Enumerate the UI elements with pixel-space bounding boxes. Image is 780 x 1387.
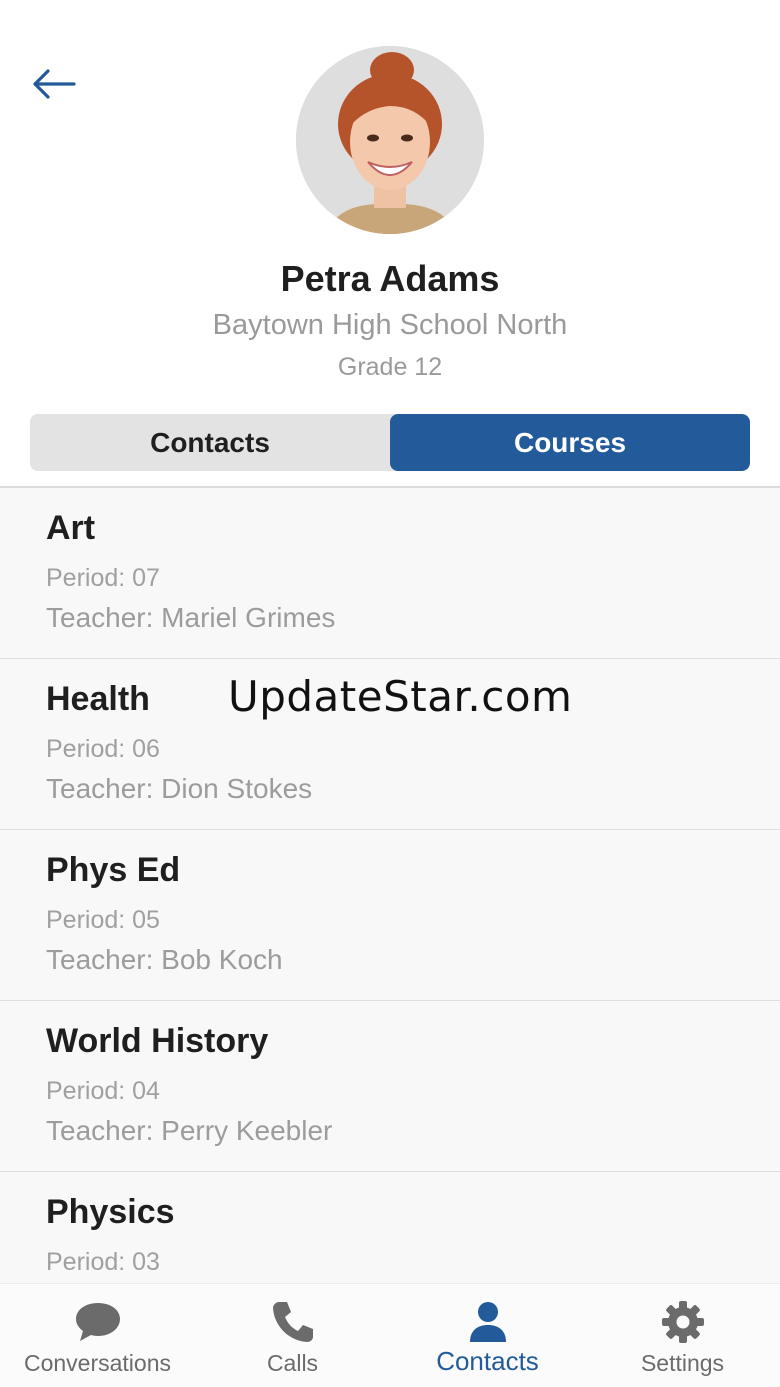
course-period: Period: 05 — [46, 906, 160, 934]
segmented-control: Contacts Courses — [30, 414, 750, 471]
arrow-left-icon — [33, 69, 76, 99]
profile-grade: Grade 12 — [337, 353, 443, 381]
person-icon — [463, 1298, 513, 1346]
avatar — [296, 46, 484, 234]
course-teacher: Teacher: Perry Keebler — [46, 1115, 333, 1146]
course-period: Period: 04 — [46, 1077, 160, 1105]
back-button[interactable] — [28, 62, 78, 106]
course-title: Physics — [46, 1193, 175, 1231]
bottom-nav: Conversations Calls Contacts Settings — [0, 1283, 780, 1387]
profile-school: Baytown High School North — [212, 309, 568, 341]
nav-label: Contacts — [436, 1346, 539, 1376]
list-item[interactable]: Physics Period: 03 — [0, 1172, 780, 1283]
watermark-text: UpdateStar.com — [228, 672, 573, 721]
nav-label: Calls — [266, 1350, 319, 1376]
course-title: World History — [46, 1022, 269, 1060]
profile-name: Petra Adams — [280, 258, 500, 299]
course-teacher: Teacher: Dion Stokes — [46, 773, 313, 804]
nav-label: Settings — [640, 1350, 725, 1376]
nav-item-calls[interactable]: Calls — [195, 1284, 390, 1387]
course-title: Art — [46, 509, 96, 547]
course-teacher: Teacher: Mariel Grimes — [46, 602, 336, 633]
course-title: Phys Ed — [46, 851, 181, 889]
chat-bubble-icon — [73, 1298, 123, 1346]
course-period: Period: 07 — [46, 564, 160, 592]
gear-icon — [658, 1298, 708, 1346]
list-item[interactable]: World History Period: 04 Teacher: Perry … — [0, 1001, 780, 1172]
list-item[interactable]: Art Period: 07 Teacher: Mariel Grimes — [0, 488, 780, 659]
course-period: Period: 03 — [46, 1248, 160, 1276]
nav-item-settings[interactable]: Settings — [585, 1284, 780, 1387]
nav-item-conversations[interactable]: Conversations — [0, 1284, 195, 1387]
list-item[interactable]: Phys Ed Period: 05 Teacher: Bob Koch — [0, 830, 780, 1001]
course-teacher: Teacher: Bob Koch — [46, 944, 283, 975]
course-list[interactable]: Art Period: 07 Teacher: Mariel Grimes He… — [0, 488, 780, 1283]
course-period: Period: 06 — [46, 735, 160, 763]
tab-courses[interactable]: Courses — [390, 414, 750, 471]
tab-contacts[interactable]: Contacts — [30, 414, 390, 471]
nav-label: Conversations — [23, 1350, 172, 1376]
nav-item-contacts[interactable]: Contacts — [390, 1284, 585, 1387]
phone-icon — [268, 1298, 318, 1346]
